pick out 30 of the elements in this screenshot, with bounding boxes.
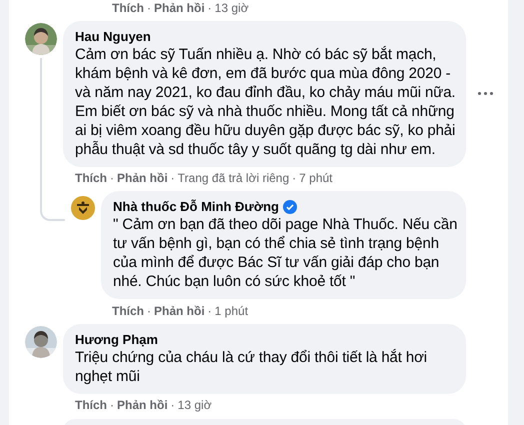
reply-link[interactable]: Phản hồi xyxy=(117,397,168,413)
reply-status: Trang đã trả lời riêng xyxy=(178,170,290,186)
reply-link[interactable]: Phản hồi xyxy=(117,170,168,186)
author-name[interactable]: Hau Nguyen xyxy=(75,28,151,45)
separator: · xyxy=(109,397,115,413)
separator: · xyxy=(109,170,115,186)
separator: · xyxy=(206,303,213,319)
separator: · xyxy=(206,0,213,16)
comment-text: Triệu chứng của cháu là cứ thay đổi thôi tiết là hắt hơi nghẹt mũi xyxy=(75,348,428,386)
separator: · xyxy=(291,170,298,186)
author-name[interactable]: Nhà thuốc Đỗ Minh Đường xyxy=(113,198,279,215)
separator: · xyxy=(170,397,176,413)
like-link[interactable]: Thích xyxy=(75,397,107,413)
like-link[interactable]: Thích xyxy=(112,0,144,16)
reply-link[interactable]: Phản hồi xyxy=(154,303,205,319)
author-name[interactable]: Hương Phạm xyxy=(75,331,158,348)
separator: · xyxy=(146,0,152,16)
timestamp: 7 phút xyxy=(299,170,333,186)
separator: · xyxy=(170,170,176,186)
separator: · xyxy=(146,303,152,319)
like-link[interactable]: Thích xyxy=(75,170,107,186)
comment-text: Cảm ơn bác sỹ Tuấn nhiều ạ. Nhờ có bác sỹ bắt mạch, khám bệnh và kê đơn, em đã bước qua mùa đông 2020 - và năm nay 2021, ko đau đỉnh đầu, ko chảy máu mũi nữa. Em biết ơn bác sỹ và nhà thuốc nhiều. Mong tất cả những ai bị viêm xoang đều hữu duyên gặp được bác sỹ, ko phải phẫu thuật và sd thuốc tây y suốt quãng tg dài như em. xyxy=(75,45,456,159)
pharmacy-logo-icon xyxy=(71,196,95,220)
more-options-icon[interactable] xyxy=(478,92,494,96)
timestamp: 13 giờ xyxy=(214,0,249,16)
timestamp: 1 phút xyxy=(214,303,248,319)
timestamp: 13 giờ xyxy=(178,397,212,413)
reply-link[interactable]: Phản hồi xyxy=(154,0,205,16)
comment-text: " Cảm ơn bạn đã theo dõi page Nhà Thuốc. Nếu cần tư vấn bệnh gì, bạn có thể chia sẻ tình trạng bệnh của mình để được Bác Sĩ tư vấn giải đáp cho bạn nhé. Chúc bạn luôn có sức khoẻ tốt " xyxy=(113,215,458,291)
like-link[interactable]: Thích xyxy=(112,303,144,319)
